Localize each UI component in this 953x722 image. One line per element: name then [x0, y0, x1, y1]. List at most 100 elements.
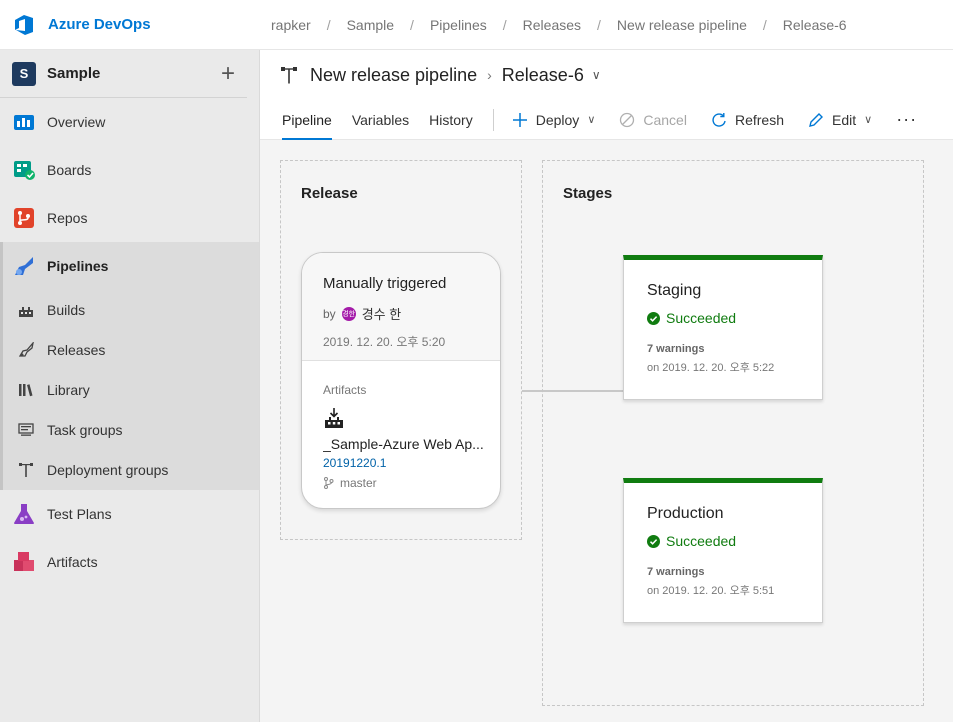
sidebar-item-boards[interactable]: Boards: [0, 146, 259, 194]
pipeline-canvas: Release Manually triggered by 경한 경수 한 20…: [260, 140, 953, 722]
sidebar: S Sample + Overview Boards Repos Pipelin…: [0, 50, 260, 722]
breadcrumb-pipelines[interactable]: Pipelines: [430, 17, 487, 33]
refresh-button[interactable]: Refresh: [711, 112, 784, 128]
sidebar-item-label: Releases: [47, 342, 106, 358]
artifacts-icon: [12, 550, 36, 574]
artifact-version-link[interactable]: 20191220.1: [323, 456, 500, 470]
test-plans-icon: [12, 502, 36, 526]
breadcrumb-org[interactable]: rapker: [271, 17, 311, 33]
breadcrumb: rapker / Sample / Pipelines / Releases /…: [260, 17, 847, 33]
sidebar-item-repos[interactable]: Repos: [0, 194, 259, 242]
overview-icon: [12, 110, 36, 134]
sidebar-item-label: Task groups: [47, 422, 123, 438]
top-bar: Azure DevOps rapker / Sample / Pipelines…: [0, 0, 953, 50]
trigger-summary: Manually triggered by 경한 경수 한 2019. 12. …: [302, 253, 500, 361]
sidebar-item-label: Deployment groups: [47, 462, 169, 478]
main-content: New release pipeline › Release-6 ∨ Pipel…: [260, 50, 953, 722]
brand[interactable]: Azure DevOps: [0, 13, 260, 37]
sidebar-item-builds[interactable]: Builds: [3, 290, 259, 330]
sidebar-item-label: Test Plans: [47, 506, 112, 522]
refresh-label: Refresh: [734, 111, 784, 128]
tab-pipeline[interactable]: Pipeline: [282, 100, 332, 140]
deployment-groups-icon: [16, 460, 36, 480]
stages-panel: Stages Staging Succeeded 7 warnings on 2…: [542, 160, 924, 706]
trigger-title: Manually triggered: [323, 275, 447, 292]
azure-devops-logo-icon: [15, 14, 33, 35]
by-label: by: [323, 306, 336, 321]
sidebar-item-deployment-groups[interactable]: Deployment groups: [3, 450, 259, 490]
sidebar-item-releases[interactable]: Releases: [3, 330, 259, 370]
breadcrumb-separator: /: [762, 16, 767, 33]
more-actions-icon[interactable]: ···: [896, 109, 917, 130]
stage-status-label: Succeeded: [666, 310, 737, 326]
breadcrumb-releases[interactable]: Releases: [523, 17, 581, 33]
success-check-icon: [647, 534, 660, 548]
breadcrumb-separator: /: [597, 16, 601, 33]
release-titlebar: New release pipeline › Release-6 ∨: [260, 50, 953, 100]
stage-warnings[interactable]: 7 warnings: [647, 566, 822, 578]
sidebar-item-label: Library: [47, 382, 90, 398]
toolbar-divider: [492, 108, 494, 131]
pipeline-name[interactable]: New release pipeline: [310, 65, 477, 86]
artifact-name: _Sample-Azure Web Ap...: [323, 436, 483, 452]
deploy-button[interactable]: Deploy ∨: [512, 111, 595, 128]
sidebar-item-label: Artifacts: [47, 554, 98, 570]
stage-status: Succeeded: [647, 310, 822, 326]
add-icon[interactable]: +: [221, 61, 235, 86]
breadcrumb-separator: /: [326, 16, 331, 33]
sidebar-item-label: Overview: [47, 114, 106, 130]
sidebar-item-overview[interactable]: Overview: [0, 98, 259, 146]
tab-history[interactable]: History: [429, 100, 473, 140]
sidebar-item-label: Builds: [47, 302, 86, 318]
sidebar-item-library[interactable]: Library: [3, 370, 259, 410]
edit-button[interactable]: Edit ∨: [808, 112, 872, 128]
sidebar-item-label: Boards: [47, 162, 92, 178]
stages-panel-title: Stages: [563, 185, 613, 202]
artifact-branch: master: [323, 476, 500, 490]
release-name[interactable]: Release-6: [502, 65, 584, 86]
trigger-by: by 경한 경수 한: [323, 304, 500, 323]
breadcrumb-pipeline[interactable]: New release pipeline: [617, 17, 747, 33]
deploy-label: Deploy: [535, 111, 580, 128]
task-groups-icon: [16, 420, 36, 440]
project-avatar: S: [12, 61, 36, 86]
releases-icon: [16, 340, 36, 360]
artifacts-section: Artifacts _Sample-Azure Web Ap... 201912…: [302, 361, 500, 490]
stage-name: Staging: [647, 282, 702, 299]
branch-icon: [323, 477, 334, 489]
cancel-label: Cancel: [643, 111, 687, 128]
stage-name: Production: [647, 505, 724, 522]
sidebar-item-label: Pipelines: [47, 258, 109, 274]
sidebar-item-artifacts[interactable]: Artifacts: [0, 538, 259, 586]
sidebar-item-label: Repos: [47, 210, 88, 226]
chevron-down-icon[interactable]: ∨: [592, 68, 601, 82]
sidebar-item-test-plans[interactable]: Test Plans: [0, 490, 259, 538]
repos-icon: [12, 206, 36, 230]
success-check-icon: [647, 311, 660, 325]
breadcrumb-project[interactable]: Sample: [347, 17, 394, 33]
release-panel: Release Manually triggered by 경한 경수 한 20…: [280, 160, 522, 540]
breadcrumb-release[interactable]: Release-6: [783, 17, 847, 33]
trigger-user: 경수 한: [361, 307, 402, 322]
sidebar-item-pipelines[interactable]: Pipelines: [3, 242, 259, 290]
release-pipeline-icon: [281, 67, 297, 84]
project-header: S Sample +: [0, 50, 247, 98]
builds-icon: [16, 300, 36, 320]
artifacts-label: Artifacts: [323, 383, 367, 397]
sidebar-item-task-groups[interactable]: Task groups: [3, 410, 259, 450]
branch-name: master: [340, 476, 377, 490]
project-name[interactable]: Sample: [47, 65, 221, 82]
refresh-icon: [711, 112, 727, 128]
stage-warnings[interactable]: 7 warnings: [647, 343, 822, 355]
cancel-button[interactable]: Cancel: [619, 112, 687, 128]
stage-date: on 2019. 12. 20. 오후 5:22: [647, 362, 775, 374]
build-artifact-icon: [325, 408, 343, 428]
pencil-icon: [808, 112, 824, 128]
release-trigger-card[interactable]: Manually triggered by 경한 경수 한 2019. 12. …: [301, 252, 501, 509]
stage-card-staging[interactable]: Staging Succeeded 7 warnings on 2019. 12…: [623, 255, 823, 400]
stage-card-production[interactable]: Production Succeeded 7 warnings on 2019.…: [623, 478, 823, 623]
stage-status-label: Succeeded: [666, 533, 737, 549]
tab-variables[interactable]: Variables: [352, 100, 409, 140]
release-panel-title: Release: [301, 185, 358, 202]
edit-label: Edit: [832, 111, 857, 128]
